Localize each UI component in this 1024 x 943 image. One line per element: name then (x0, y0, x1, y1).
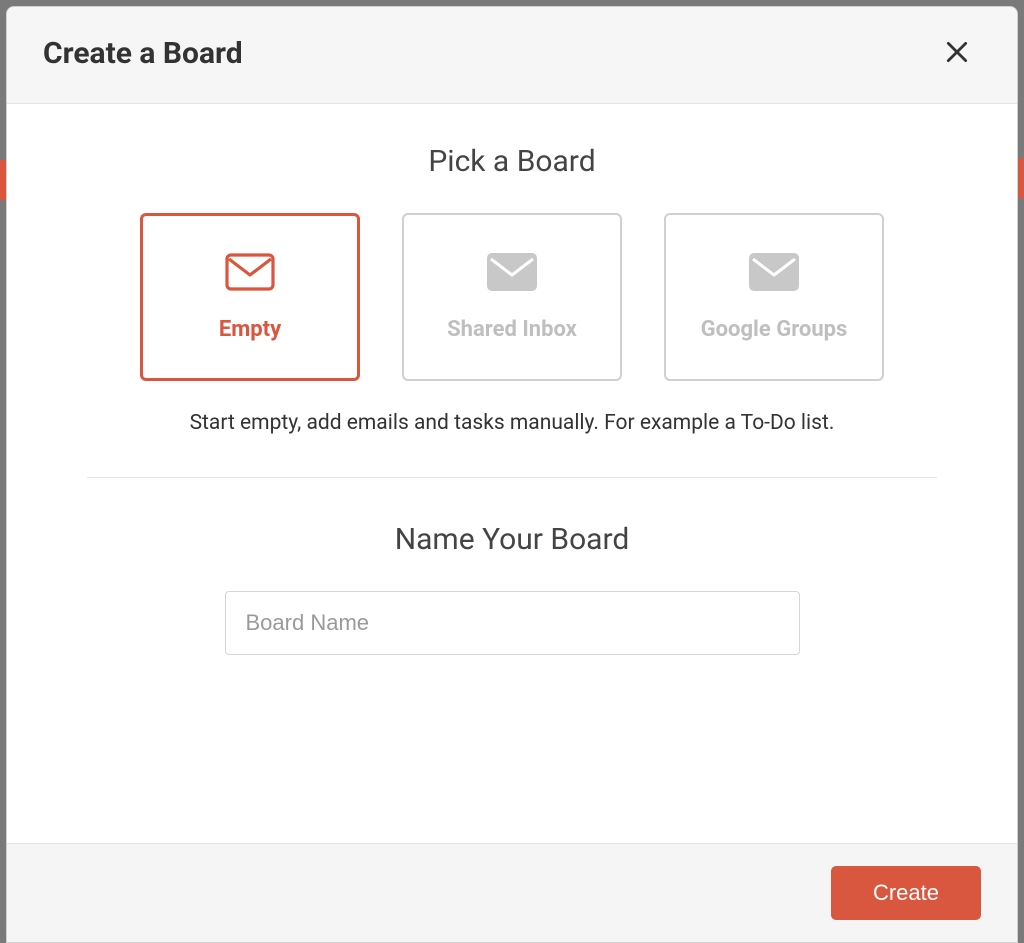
modal-title: Create a Board (43, 36, 243, 71)
modal-body: Pick a Board Empty Shar (7, 104, 1017, 843)
modal-header: Create a Board (7, 7, 1017, 104)
close-icon (944, 39, 970, 68)
envelope-icon (487, 253, 537, 295)
option-description: Start empty, add emails and tasks manual… (87, 411, 937, 435)
create-button[interactable]: Create (831, 866, 981, 920)
close-button[interactable] (937, 33, 977, 73)
background-accent-right (1018, 158, 1024, 198)
option-label: Shared Inbox (447, 317, 577, 342)
section-divider (87, 477, 937, 478)
modal-footer: Create (7, 843, 1017, 942)
name-board-heading: Name Your Board (87, 522, 937, 557)
create-board-modal: Create a Board Pick a Board Empty (6, 6, 1018, 943)
envelope-icon (749, 253, 799, 295)
envelope-icon (225, 253, 275, 295)
option-label: Google Groups (701, 317, 848, 342)
option-shared-inbox[interactable]: Shared Inbox (402, 213, 622, 381)
option-label: Empty (219, 317, 281, 342)
option-empty[interactable]: Empty (140, 213, 360, 381)
board-name-input[interactable] (225, 591, 800, 655)
pick-board-heading: Pick a Board (87, 144, 937, 179)
board-type-options: Empty Shared Inbox Goo (87, 213, 937, 381)
option-google-groups[interactable]: Google Groups (664, 213, 884, 381)
